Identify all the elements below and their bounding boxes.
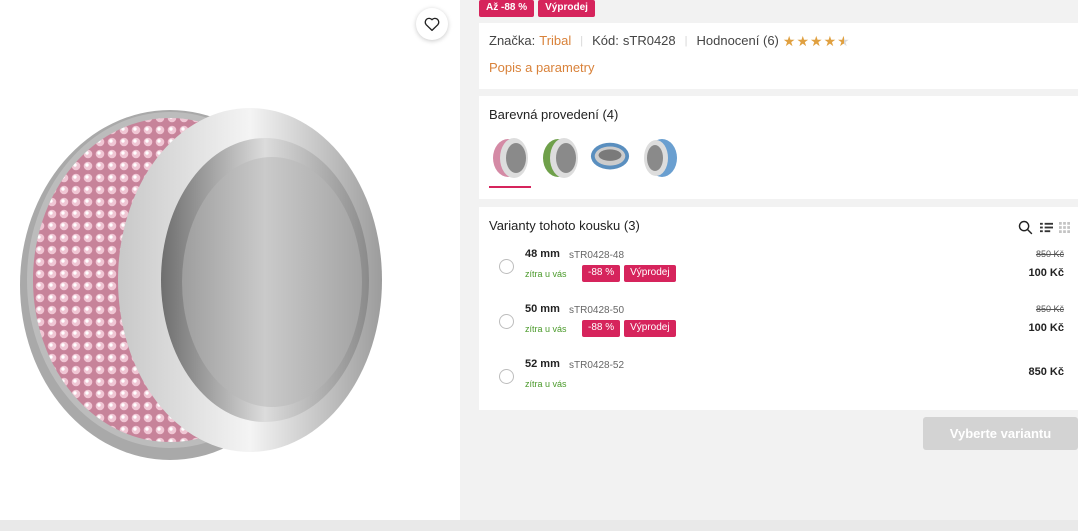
discount-badge: Až -88 % bbox=[479, 0, 535, 17]
select-variant-button[interactable]: Vyberte variantu bbox=[923, 417, 1078, 450]
variant-radio[interactable] bbox=[499, 259, 514, 274]
swatch-pink[interactable] bbox=[489, 136, 531, 188]
rating-stars[interactable]: ★ ★ ★ ★ ★ bbox=[783, 34, 850, 48]
divider: | bbox=[684, 34, 688, 47]
swatch-green[interactable] bbox=[539, 136, 581, 184]
swatch-light-blue[interactable] bbox=[639, 136, 681, 184]
size-variants-card: Varianty tohoto kousku (3) 48 mm sTR0428… bbox=[479, 207, 1078, 410]
rating-link[interactable]: Hodnocení (6) bbox=[697, 33, 779, 48]
delivery-info: zítra u vás bbox=[525, 379, 567, 389]
variant-row[interactable]: 48 mm sTR0428-48 zítra u vás -88 % Výpro… bbox=[479, 244, 1078, 294]
variant-radio[interactable] bbox=[499, 314, 514, 329]
product-gallery bbox=[0, 0, 460, 520]
star-icon: ★ bbox=[823, 32, 837, 49]
search-icon[interactable] bbox=[1017, 219, 1034, 236]
variant-size: 50 mm bbox=[525, 303, 560, 315]
variant-badges: -88 % Výprodej bbox=[582, 265, 676, 282]
grid-view-icon[interactable] bbox=[1059, 222, 1070, 233]
product-badges: Až -88 % Výprodej bbox=[479, 0, 595, 17]
product-info-card: Značka: Tribal | Kód: sTR0428 | Hodnocen… bbox=[479, 23, 1078, 89]
view-tools bbox=[1017, 219, 1070, 236]
star-half-icon: ★ bbox=[837, 32, 850, 49]
sale-badge: Výprodej bbox=[624, 265, 676, 282]
product-image[interactable] bbox=[10, 40, 390, 470]
star-icon: ★ bbox=[782, 32, 796, 49]
variant-code: sTR0428-48 bbox=[569, 250, 625, 261]
size-variants-title: Varianty tohoto kousku (3) bbox=[489, 218, 640, 233]
variant-size: 48 mm bbox=[525, 248, 560, 260]
divider: | bbox=[580, 34, 584, 47]
heart-icon bbox=[424, 17, 440, 32]
price: 100 Kč bbox=[1028, 267, 1064, 279]
swatch-blue[interactable] bbox=[589, 136, 631, 184]
ring-thumbnail bbox=[493, 138, 528, 178]
variant-code: sTR0428-50 bbox=[569, 305, 625, 316]
code-label: Kód: bbox=[592, 33, 619, 48]
product-code: sTR0428 bbox=[622, 33, 676, 48]
ring-thumbnail bbox=[644, 139, 677, 177]
ring-thumbnail bbox=[543, 138, 578, 178]
delivery-info: zítra u vás bbox=[525, 324, 567, 334]
old-price: 850 Kč bbox=[1035, 304, 1064, 314]
variant-size: 52 mm bbox=[525, 358, 560, 370]
variant-row[interactable]: 50 mm sTR0428-50 zítra u vás -88 % Výpro… bbox=[479, 299, 1078, 349]
star-icon: ★ bbox=[796, 32, 810, 49]
discount-badge: -88 % bbox=[582, 320, 621, 337]
discount-badge: -88 % bbox=[582, 265, 621, 282]
variant-radio[interactable] bbox=[499, 369, 514, 384]
description-link[interactable]: Popis a parametry bbox=[489, 60, 595, 75]
delivery-info: zítra u vás bbox=[525, 269, 567, 279]
sale-badge: Výprodej bbox=[624, 320, 676, 337]
color-swatches bbox=[489, 136, 681, 188]
sale-badge: Výprodej bbox=[538, 0, 595, 17]
ring-thumbnail bbox=[590, 142, 630, 170]
wishlist-button[interactable] bbox=[416, 8, 448, 40]
brand-label: Značka: bbox=[489, 33, 536, 48]
color-variants-title: Barevná provedení (4) bbox=[489, 107, 619, 122]
color-variants-card: Barevná provedení (4) bbox=[479, 96, 1078, 199]
variant-row[interactable]: 52 mm sTR0428-52 zítra u vás 850 Kč bbox=[479, 354, 1078, 404]
page-footer-strip bbox=[0, 520, 1078, 531]
list-view-icon[interactable] bbox=[1040, 221, 1053, 234]
product-meta-row: Značka: Tribal | Kód: sTR0428 | Hodnocen… bbox=[489, 33, 850, 48]
price: 100 Kč bbox=[1028, 322, 1064, 334]
price: 850 Kč bbox=[1028, 366, 1064, 378]
brand-link[interactable]: Tribal bbox=[539, 33, 571, 48]
star-icon: ★ bbox=[810, 32, 823, 49]
old-price: 850 Kč bbox=[1035, 249, 1064, 259]
variant-badges: -88 % Výprodej bbox=[582, 320, 676, 337]
variant-code: sTR0428-52 bbox=[569, 360, 625, 371]
